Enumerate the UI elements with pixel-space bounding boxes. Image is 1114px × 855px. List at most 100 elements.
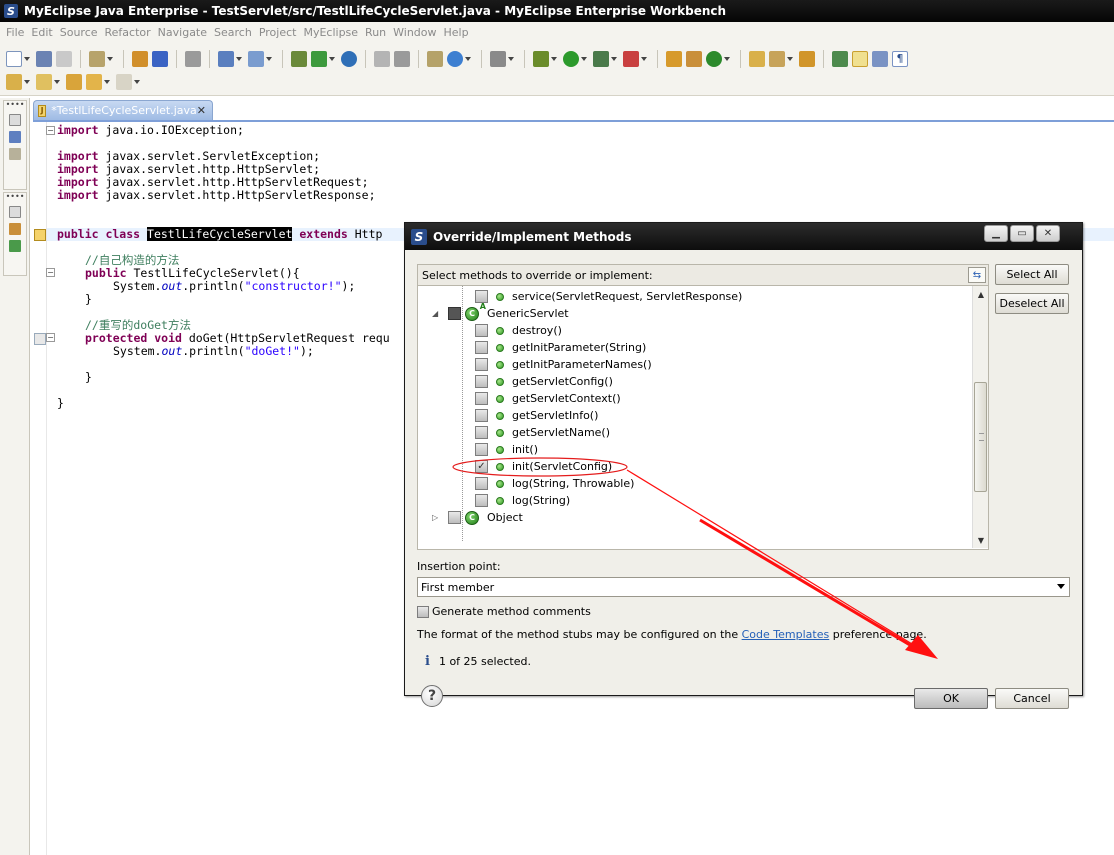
- method-checkbox[interactable]: [475, 341, 488, 354]
- tree-row[interactable]: getInitParameter(String): [418, 339, 974, 356]
- fold-collapse-icon[interactable]: −: [46, 268, 55, 277]
- package-explorer-icon[interactable]: [9, 131, 21, 143]
- dropdown-arrow-icon[interactable]: [104, 80, 110, 84]
- dropdown-arrow-icon[interactable]: [54, 80, 60, 84]
- dropdown-arrow-icon[interactable]: [24, 57, 30, 61]
- generate-comments-option[interactable]: Generate method comments: [417, 605, 591, 618]
- method-checkbox[interactable]: [475, 358, 488, 371]
- pencil-icon[interactable]: [769, 51, 785, 67]
- warning-marker-icon[interactable]: [34, 229, 46, 241]
- globe-icon[interactable]: [341, 51, 357, 67]
- wizard2-icon[interactable]: [248, 51, 264, 67]
- next-annotation-icon[interactable]: [6, 74, 22, 90]
- save-icon[interactable]: [36, 51, 52, 67]
- chevron-down-icon[interactable]: [1057, 584, 1065, 589]
- db2-icon[interactable]: [394, 51, 410, 67]
- method-checkbox[interactable]: [475, 392, 488, 405]
- dropdown-arrow-icon[interactable]: [508, 57, 514, 61]
- web-browser-icon[interactable]: [447, 51, 463, 67]
- open-type-icon[interactable]: [427, 51, 443, 67]
- print-icon[interactable]: [56, 51, 72, 67]
- dropdown-arrow-icon[interactable]: [787, 57, 793, 61]
- maximize-icon[interactable]: ▭: [1010, 225, 1034, 242]
- close-icon[interactable]: ✕: [1036, 225, 1060, 242]
- cancel-button[interactable]: Cancel: [995, 688, 1069, 709]
- dropdown-arrow-icon[interactable]: [465, 57, 471, 61]
- menu-window[interactable]: Window: [391, 26, 441, 39]
- open-task-icon[interactable]: [799, 51, 815, 67]
- code-editor-text[interactable]: import java.io.IOException; import javax…: [57, 124, 390, 410]
- collapsed-arrow-icon[interactable]: ▷: [432, 513, 440, 522]
- method-checkbox[interactable]: [475, 375, 488, 388]
- editor-tab[interactable]: J *TestlLifeCycleServlet.java ✕: [33, 100, 213, 120]
- restore-icon[interactable]: [9, 206, 21, 218]
- browser-icon[interactable]: [185, 51, 201, 67]
- run-server-icon[interactable]: [311, 51, 327, 67]
- method-checkbox[interactable]: [475, 477, 488, 490]
- method-checkbox[interactable]: [475, 494, 488, 507]
- back-icon[interactable]: [86, 74, 102, 90]
- deselect-all-button[interactable]: Deselect All: [995, 293, 1069, 314]
- prev-annotation-icon[interactable]: [36, 74, 52, 90]
- close-icon[interactable]: ✕: [197, 104, 206, 117]
- menu-run[interactable]: Run: [363, 26, 391, 39]
- menu-project[interactable]: Project: [257, 26, 302, 39]
- scroll-down-icon[interactable]: ▼: [973, 532, 988, 548]
- run-config-icon[interactable]: [593, 51, 609, 67]
- open-folder-icon[interactable]: [749, 51, 765, 67]
- code-templates-link[interactable]: Code Templates: [742, 628, 830, 641]
- grip-icon[interactable]: ••••: [4, 193, 26, 201]
- new-java-project-icon[interactable]: [666, 51, 682, 67]
- minimize-icon[interactable]: ▁: [984, 225, 1008, 242]
- new-icon[interactable]: [6, 51, 22, 67]
- method-checkbox[interactable]: [475, 324, 488, 337]
- tree-scrollbar[interactable]: ▲ ▼: [972, 286, 988, 548]
- dropdown-arrow-icon[interactable]: [236, 57, 242, 61]
- dropdown-arrow-icon[interactable]: [581, 57, 587, 61]
- ok-button[interactable]: OK: [914, 688, 988, 709]
- tree-row[interactable]: getInitParameterNames(): [418, 356, 974, 373]
- grip-icon[interactable]: ••••: [4, 101, 26, 109]
- selected-class-name[interactable]: TestlLifeCycleServlet: [147, 227, 293, 241]
- new-package-icon[interactable]: [686, 51, 702, 67]
- dropdown-arrow-icon[interactable]: [641, 57, 647, 61]
- dropdown-arrow-icon[interactable]: [724, 57, 730, 61]
- dropdown-arrow-icon[interactable]: [24, 80, 30, 84]
- monitor-icon[interactable]: [490, 51, 506, 67]
- menu-edit[interactable]: Edit: [29, 26, 57, 39]
- spell-check-icon[interactable]: [832, 51, 848, 67]
- tree-row[interactable]: getServletContext(): [418, 390, 974, 407]
- menu-file[interactable]: File: [4, 26, 29, 39]
- tree-row-selected[interactable]: ✓ init(ServletConfig): [418, 458, 974, 475]
- tree-row[interactable]: log(String): [418, 492, 974, 509]
- highlight-icon[interactable]: [852, 51, 868, 67]
- menu-search[interactable]: Search: [212, 26, 257, 39]
- help-icon[interactable]: ?: [421, 685, 443, 707]
- override-marker-icon[interactable]: [34, 333, 46, 345]
- dropdown-arrow-icon[interactable]: [611, 57, 617, 61]
- wizard-icon[interactable]: [218, 51, 234, 67]
- menu-myeclipse[interactable]: MyEclipse: [301, 26, 363, 39]
- outline-icon[interactable]: [9, 223, 21, 235]
- external-tools-icon[interactable]: [623, 51, 639, 67]
- run-icon[interactable]: [563, 51, 579, 67]
- dropdown-arrow-icon[interactable]: [551, 57, 557, 61]
- scroll-thumb[interactable]: [974, 382, 987, 492]
- tree-row[interactable]: ▷ C Object: [418, 509, 974, 526]
- dropdown-arrow-icon[interactable]: [329, 57, 335, 61]
- forward-icon[interactable]: [116, 74, 132, 90]
- select-all-button[interactable]: Select All: [995, 264, 1069, 285]
- tree-icon[interactable]: [9, 240, 21, 252]
- dropdown-arrow-icon[interactable]: [107, 57, 113, 61]
- menu-help[interactable]: Help: [442, 26, 474, 39]
- package-icon[interactable]: [132, 51, 148, 67]
- server-icon[interactable]: [291, 51, 307, 67]
- last-edit-icon[interactable]: [66, 74, 82, 90]
- class-checkbox[interactable]: [448, 307, 461, 320]
- dialog-title-bar[interactable]: S Override/Implement Methods ▁ ▭ ✕: [405, 223, 1082, 250]
- method-checkbox[interactable]: [475, 409, 488, 422]
- generate-comments-checkbox[interactable]: [417, 605, 429, 618]
- tree-row[interactable]: service(ServletRequest, ServletResponse): [418, 288, 974, 305]
- restore-icon[interactable]: [9, 114, 21, 126]
- db-icon[interactable]: [374, 51, 390, 67]
